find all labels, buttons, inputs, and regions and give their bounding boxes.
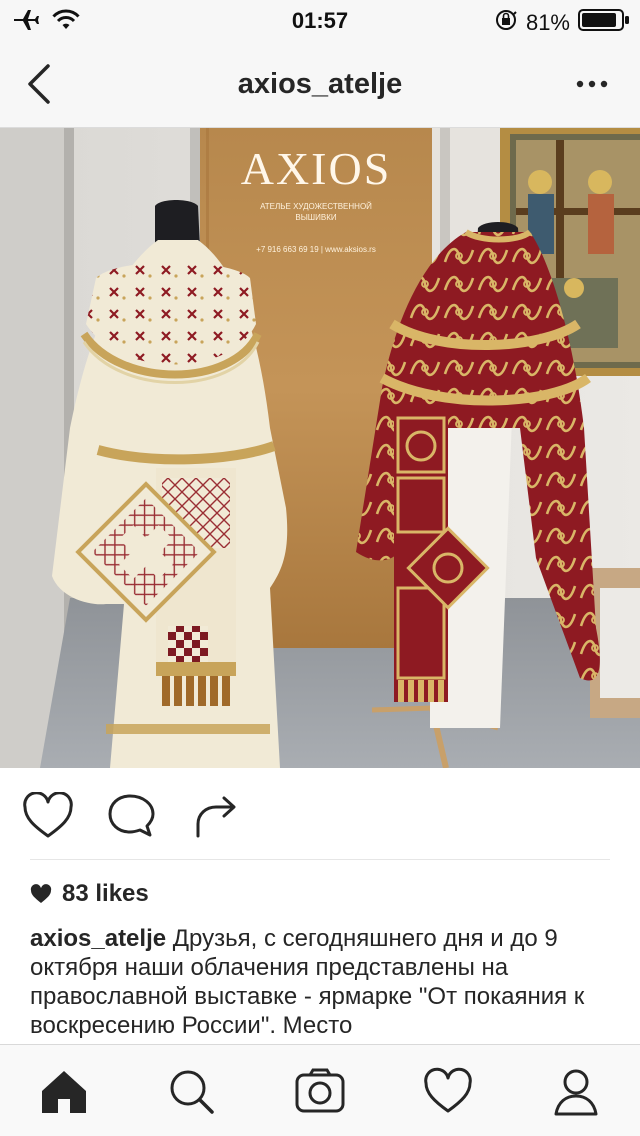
activity-heart-icon (424, 1067, 472, 1113)
orientation-lock-icon (494, 8, 518, 38)
divider (30, 859, 610, 860)
caption-username[interactable]: axios_atelje (30, 925, 166, 952)
likes-label: 83 likes (62, 880, 149, 907)
small-heart-icon (30, 884, 52, 903)
share-icon (196, 796, 236, 838)
comment-icon (108, 794, 155, 837)
heart-icon (23, 791, 73, 838)
share-button[interactable] (190, 792, 242, 840)
tab-activity[interactable] (422, 1067, 474, 1117)
tab-search[interactable] (166, 1067, 218, 1117)
banner-contacts: +7 916 663 69 19 | www.aksios.rs (256, 245, 376, 254)
camera-icon (295, 1068, 345, 1113)
more-icon (576, 80, 608, 88)
tab-bar (0, 1044, 640, 1136)
nav-bar: axios_atelje (0, 40, 640, 128)
comment-button[interactable] (106, 792, 158, 840)
tab-home[interactable] (38, 1067, 90, 1117)
post-actions (0, 768, 640, 860)
home-icon (42, 1071, 86, 1113)
profile-icon (554, 1069, 598, 1116)
page-title[interactable]: axios_atelje (0, 68, 640, 101)
more-button[interactable] (574, 76, 610, 92)
likes-count[interactable]: 83 likes (30, 878, 149, 910)
search-icon (170, 1070, 214, 1114)
like-button[interactable] (22, 791, 74, 840)
tab-camera[interactable] (294, 1067, 346, 1117)
tab-profile[interactable] (550, 1067, 602, 1117)
battery-percent: 81% (525, 10, 570, 35)
post-caption: axios_atelje Друзья, с сегодняшнего дня … (30, 924, 620, 1040)
battery-icon (578, 8, 630, 38)
status-right: 81% (494, 8, 630, 38)
status-bar: 01:57 81% (0, 0, 640, 40)
banner-brand: AXIOS (241, 143, 392, 194)
banner-subtitle-line2: ВЫШИВКИ (295, 213, 336, 222)
post-photo[interactable]: AXIOS АТЕЛЬЕ ХУДОЖЕСТВЕННОЙ ВЫШИВКИ +7 9… (0, 128, 640, 768)
banner-subtitle-line1: АТЕЛЬЕ ХУДОЖЕСТВЕННОЙ (260, 202, 372, 211)
